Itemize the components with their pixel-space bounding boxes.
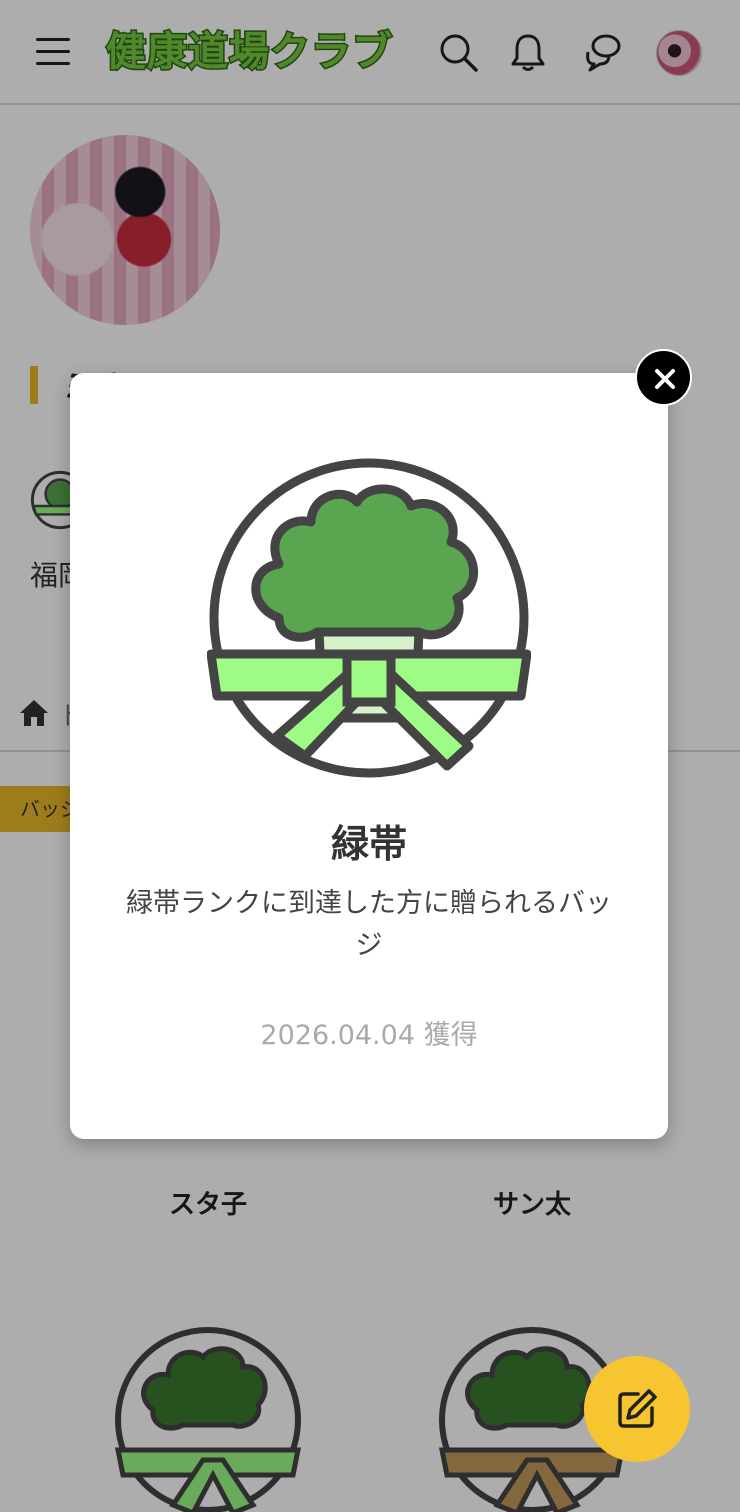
badge-title: 緑帯: [330, 822, 407, 866]
compose-button[interactable]: [584, 1356, 690, 1462]
badge-acquired-date: 2026.04.04 獲得: [260, 1020, 478, 1051]
close-button[interactable]: [635, 349, 692, 406]
badge-detail-modal: 緑帯 緑帯ランクに到達した方に贈られるバッジ 2026.04.04 獲得: [70, 373, 668, 1139]
close-icon: [655, 369, 675, 389]
badge-description: 緑帯ランクに到達した方に贈られるバッジ: [126, 888, 612, 961]
green-belt-badge-icon: [207, 458, 531, 778]
edit-icon: [618, 1389, 657, 1428]
